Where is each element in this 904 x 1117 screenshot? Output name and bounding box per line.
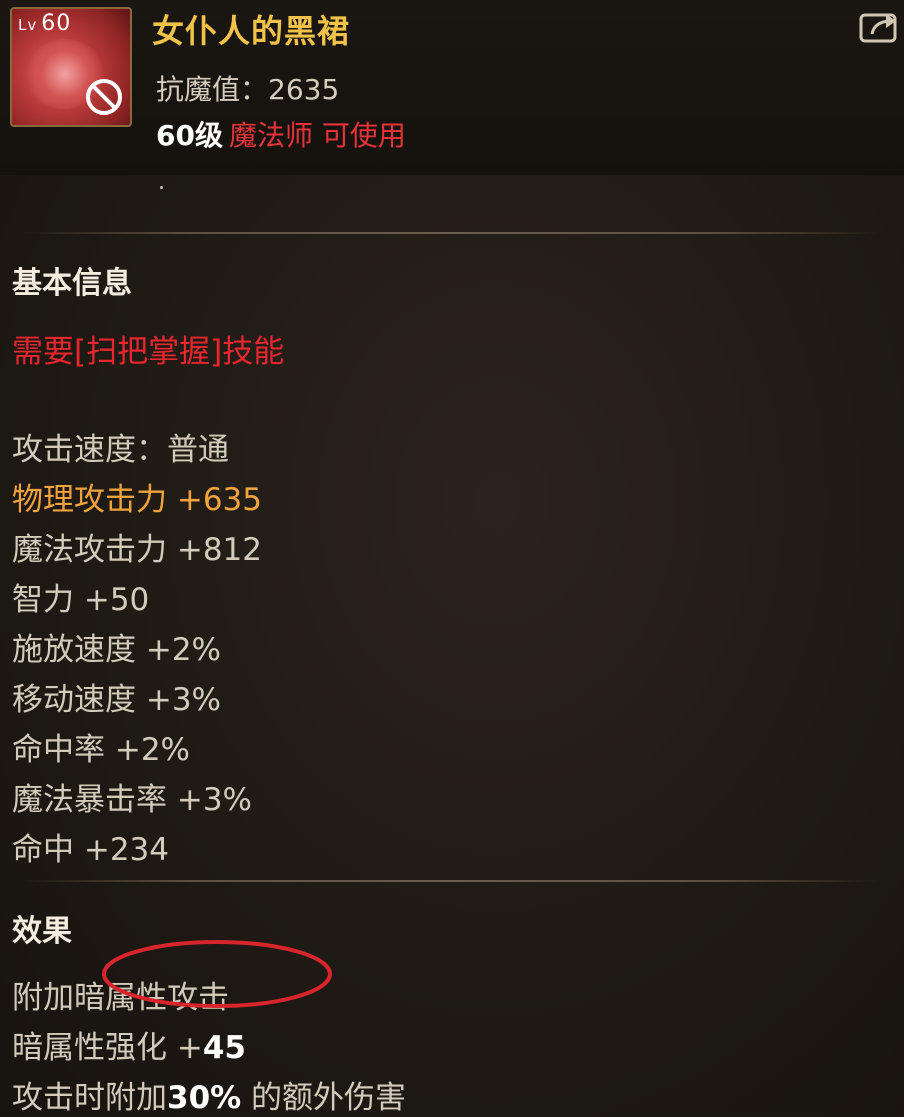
stat-magic-attack: 魔法攻击力 +812 [12,532,262,568]
required-level: 60级 [156,119,223,152]
item-level-badge: Lv 60 [18,11,71,36]
level-value: 60 [41,11,72,36]
effect-extra-damage: 攻击时附加30% 的额外伤害 [12,1072,406,1117]
divider-top [20,232,880,234]
stat-accuracy: 命中 +234 [12,832,169,868]
item-icon[interactable]: Lv 60 [10,7,132,127]
stat-attack-speed: 攻击速度：普通 [12,432,229,468]
stat-intelligence: 智力 +50 [12,582,150,618]
effect-title: 效果 [12,914,72,949]
no-entry-icon [86,79,122,115]
item-name: 女仆人的黑裙 [152,12,351,50]
class-restriction: 魔法师 可使用 [228,119,406,152]
stat-move-speed: 移动速度 +3% [12,682,222,718]
level-prefix: Lv [18,16,38,34]
effect-dark-enhance: 暗属性强化 +45 [12,1022,246,1067]
basic-info-title: 基本信息 [12,266,132,301]
effect-dark-enhance-label: 暗属性强化 + [12,1030,203,1066]
effect-extra-damage-suffix: 的额外伤害 [241,1080,407,1116]
item-header: Lv 60 女仆人的黑裙 抗魔值：2635 60级 魔法师 可使用 [0,0,904,175]
annotation-circle [102,940,332,1008]
share-icon[interactable] [858,8,902,44]
resist-value: 2635 [268,73,340,106]
resist-label: 抗魔值： [156,73,269,106]
stat-cast-speed: 施放速度 +2% [12,632,222,668]
effect-dark-enhance-value: 45 [202,1030,246,1066]
stat-hit-rate: 命中率 +2% [12,732,191,768]
usage-line: 60级 魔法师 可使用 [156,114,406,154]
stat-physical-attack: 物理攻击力 +635 [12,482,262,518]
item-tooltip-panel: Lv 60 女仆人的黑裙 抗魔值：2635 60级 魔法师 可使用 基本信息 需要[… [0,0,904,1116]
resist-value-line: 抗魔值：2635 [156,68,339,108]
separator-dot [160,186,163,189]
effect-extra-damage-prefix: 攻击时附加 [12,1080,167,1116]
divider-effect [20,880,880,882]
skill-requirement: 需要[扫把掌握]技能 [12,334,285,370]
stat-magic-crit: 魔法暴击率 +3% [12,782,253,818]
effect-extra-damage-value: 30% [167,1080,242,1116]
